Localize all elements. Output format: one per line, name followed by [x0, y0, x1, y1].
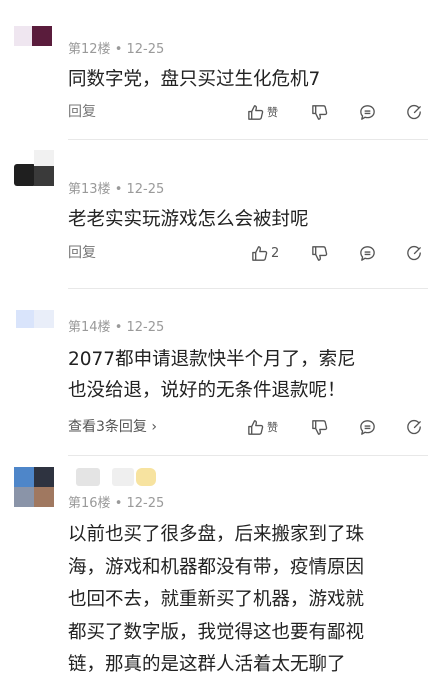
thumb-up-icon: [248, 419, 264, 435]
comment-meta: 第13楼 • 12-25: [68, 178, 164, 197]
like-label: 赞: [267, 421, 278, 434]
floor-label: 第16楼: [68, 496, 111, 511]
thumb-up-icon: [252, 245, 268, 261]
floor-label: 第13楼: [68, 182, 111, 197]
view-replies-link[interactable]: 查看3条回复 ›: [68, 416, 157, 436]
share-icon: [407, 419, 421, 434]
comment-text-line: 也回不去，就重新买了机器，游戏就: [68, 589, 365, 610]
thumb-down-icon: [312, 245, 328, 261]
share-button[interactable]: [405, 416, 424, 438]
like-count: 2: [271, 245, 280, 261]
comment-text-line: 都买了数字版，我觉得这也要有鄙视: [68, 621, 365, 643]
comment-actions: 回复 赞: [68, 101, 428, 123]
comment-text: 同数字党，盘只买过生化危机7: [68, 69, 321, 90]
date-label: 12-25: [126, 182, 165, 197]
dislike-button[interactable]: [310, 242, 329, 264]
thumb-up-icon: [248, 104, 264, 120]
meta-dot: •: [114, 496, 123, 511]
meta-dot: •: [114, 182, 123, 197]
date-label: 12-25: [126, 42, 165, 57]
date-label: 12-25: [126, 320, 165, 335]
share-icon: [407, 245, 421, 260]
comment-button[interactable]: [358, 242, 377, 264]
avatar[interactable]: [14, 308, 54, 330]
comment-button[interactable]: [358, 416, 377, 438]
username-blurred: [76, 468, 100, 486]
like-button[interactable]: 2: [250, 242, 279, 264]
comment-actions: 查看3条回复 › 赞: [68, 416, 428, 438]
thumb-down-icon: [312, 104, 328, 120]
floor-label: 第12楼: [68, 42, 111, 57]
comment-meta: 第12楼 • 12-25: [68, 38, 164, 57]
comment-text-line: 也没给退，说好的无条件退款呢！: [68, 380, 346, 401]
divider: [68, 455, 428, 456]
reply-button[interactable]: 回复: [68, 101, 96, 121]
comment-text-line: 链，那真的是这群人活着太无聊了: [68, 654, 346, 675]
comment-icon: [360, 104, 375, 120]
comment-actions: 回复 2: [68, 242, 428, 264]
username-blurred: [112, 468, 134, 486]
reply-button[interactable]: 回复: [68, 242, 96, 262]
comment-text: 以前也买了很多盘，后来搬家到了珠 海，游戏和机器都没有带，疫情原因 也回不去，就…: [68, 519, 418, 682]
username-blurred: [136, 468, 156, 486]
avatar[interactable]: [14, 150, 54, 192]
comment-text-line: 以前也买了很多盘，后来搬家到了珠: [68, 524, 365, 545]
avatar[interactable]: [14, 24, 54, 48]
share-button[interactable]: [405, 242, 424, 264]
avatar[interactable]: [14, 467, 54, 507]
comment-text: 老老实实玩游戏怎么会被封呢: [68, 209, 309, 230]
share-button[interactable]: [405, 101, 424, 123]
divider: [68, 139, 428, 140]
comment-meta: 第16楼 • 12-25: [68, 492, 164, 511]
date-label: 12-25: [126, 496, 165, 511]
comment-text-line: 海，游戏和机器都没有带，疫情原因: [68, 556, 365, 578]
comment-text: 2077都申请退款快半个月了，索尼 也没给退，说好的无条件退款呢！: [68, 344, 418, 406]
like-button[interactable]: 赞: [246, 416, 278, 438]
like-button[interactable]: 赞: [246, 101, 278, 123]
meta-dot: •: [114, 320, 123, 335]
dislike-button[interactable]: [310, 101, 329, 123]
comment-text-line: 2077都申请退款快半个月了，索尼: [68, 349, 356, 370]
thumb-down-icon: [312, 419, 328, 435]
comment-button[interactable]: [358, 101, 377, 123]
share-icon: [407, 104, 421, 119]
floor-label: 第14楼: [68, 320, 111, 335]
comment-meta: 第14楼 • 12-25: [68, 316, 164, 335]
like-label: 赞: [267, 106, 278, 119]
comment-icon: [360, 419, 375, 435]
meta-dot: •: [114, 42, 123, 57]
dislike-button[interactable]: [310, 416, 329, 438]
divider: [68, 288, 428, 289]
comment-icon: [360, 245, 375, 261]
